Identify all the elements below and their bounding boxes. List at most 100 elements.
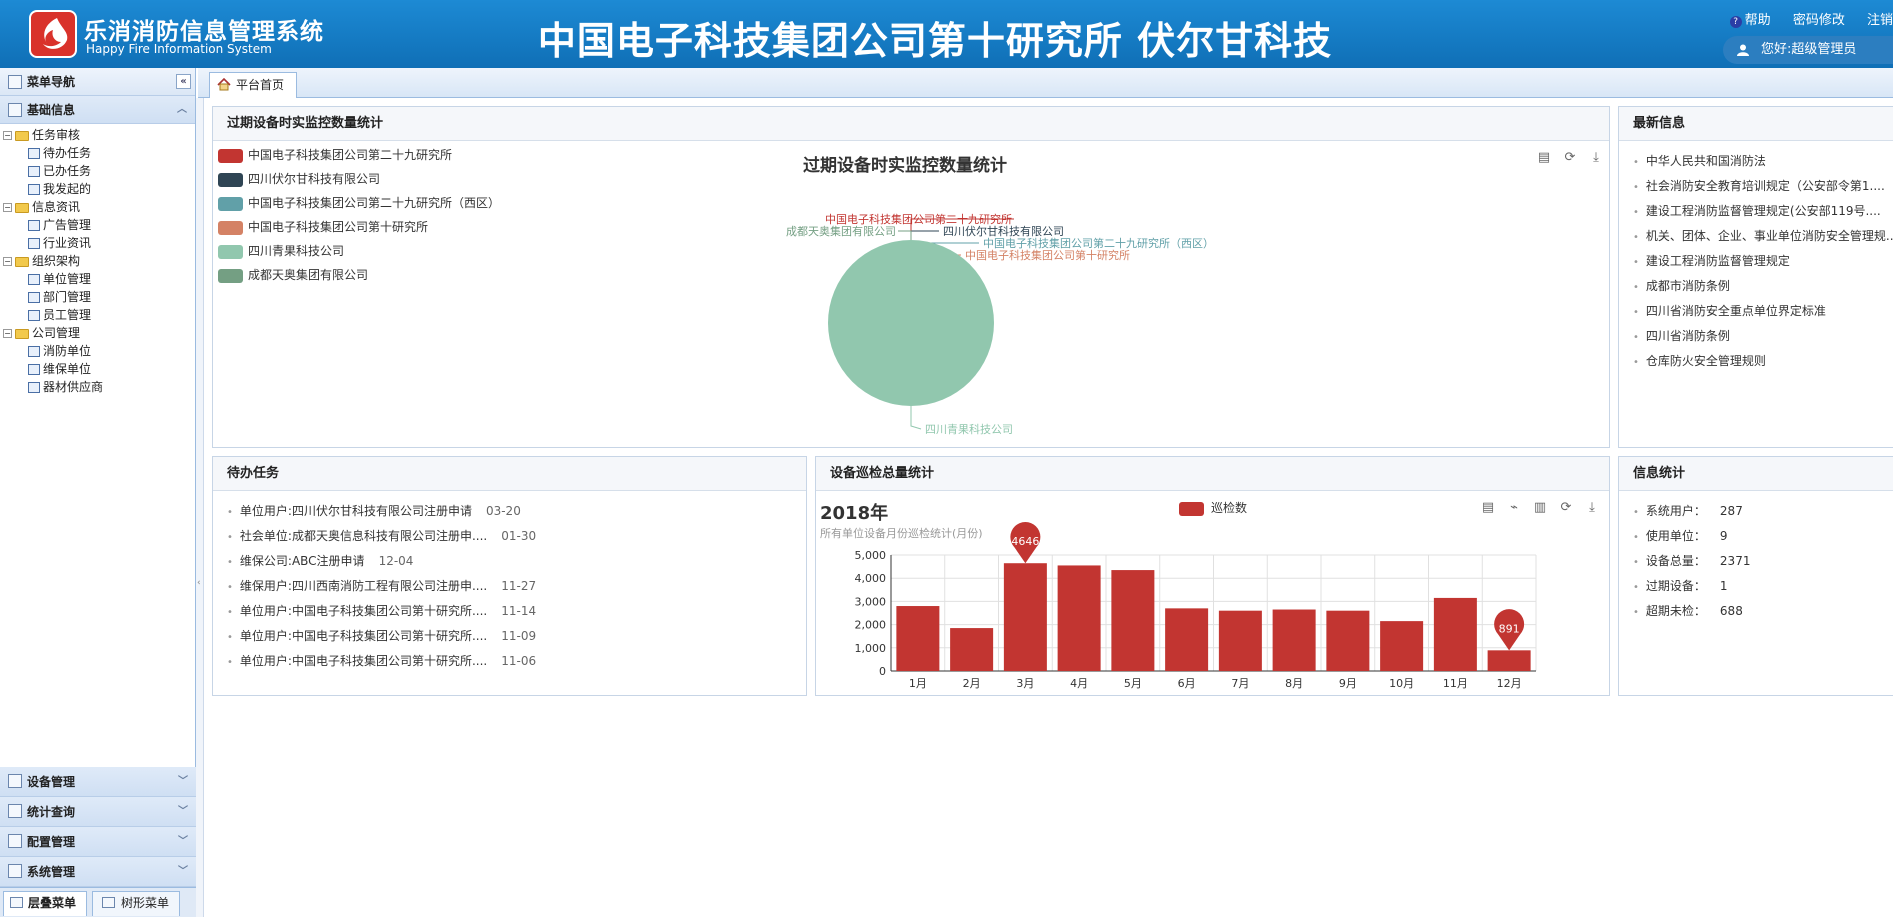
todo-item-date: 03-20 — [485, 504, 521, 518]
y-tick-label: 3,000 — [855, 595, 887, 608]
news-item[interactable]: 仓库防火安全管理规则 — [1633, 349, 1893, 374]
sidebar-tree: − 任务审核待办任务 已办任务 我发起的 − 信息资讯广告管理 行业资讯 − 组织架构 单位管理部… — [0, 124, 195, 396]
todo-item[interactable]: 单位用户:中国电子科技集团公司第十研究所.... 11-09 — [227, 624, 806, 649]
bar[interactable] — [1326, 610, 1370, 671]
news-item[interactable]: 建设工程消防监督管理规定(公安部119号.... — [1633, 199, 1893, 224]
tab-tree-menu[interactable]: 树形菜单 — [92, 891, 180, 916]
tab-home-label: 平台首页 — [236, 78, 285, 92]
tree-item-label: 信息资讯 — [32, 200, 81, 214]
news-item[interactable]: 建设工程消防监督管理规定 — [1633, 249, 1893, 274]
todo-panel: 待办任务 单位用户:四川伏尔甘科技有限公司注册申请 03-20 社会单位:成都天奥信… — [212, 456, 807, 696]
stat-value: 9 — [1719, 529, 1728, 543]
todo-item[interactable]: 单位用户:四川伏尔甘科技有限公司注册申请 03-20 — [227, 499, 806, 524]
chevron-down-icon: ﹀ — [178, 776, 188, 787]
tree-item-label: 器材供应商 — [43, 380, 104, 394]
todo-item[interactable]: 单位用户:中国电子科技集团公司第十研究所.... 11-06 — [227, 649, 806, 674]
tree-item[interactable]: − 任务审核 — [0, 126, 195, 144]
sidebar-splitter[interactable]: ‹ — [196, 98, 204, 917]
bar[interactable] — [1003, 563, 1047, 671]
tree-item[interactable]: 待办任务 — [0, 144, 195, 162]
section-icon — [8, 834, 22, 848]
app-header: 乐消消防信息管理系统 Happy Fire Information System… — [0, 0, 1893, 68]
bar[interactable] — [1380, 621, 1424, 671]
tree-item-label: 任务审核 — [32, 128, 81, 142]
sidebar-section[interactable]: 统计查询 ﹀ — [0, 797, 196, 827]
app-name: 乐消消防信息管理系统 — [84, 19, 324, 45]
bar[interactable] — [1433, 597, 1477, 671]
tree-item[interactable]: 行业资讯 — [0, 234, 195, 252]
tree-item[interactable]: 广告管理 — [0, 216, 195, 234]
bar[interactable] — [1165, 608, 1209, 671]
stats-list: 系统用户： 287 使用单位： 9 设备总量： 2371 过期设备： 1 超期未检： 688 — [1619, 491, 1893, 624]
tab-home[interactable]: 平台首页 — [209, 72, 297, 98]
bar[interactable] — [896, 606, 940, 671]
bar[interactable] — [1272, 609, 1316, 671]
tree-item[interactable]: 器材供应商 — [0, 378, 195, 396]
tree-item[interactable]: − 信息资讯 — [0, 198, 195, 216]
news-item[interactable]: 中华人民共和国消防法 — [1633, 149, 1893, 174]
pie-slice-label: 中国电子科技集团公司第二十九研究所（西区） — [983, 236, 1214, 250]
todo-item[interactable]: 社会单位:成都天奥信息科技有限公司注册申.... 01-30 — [227, 524, 806, 549]
expand-toggle-icon[interactable]: − — [3, 131, 12, 140]
basic-info-icon — [8, 103, 22, 117]
sidebar-section[interactable]: 配置管理 ﹀ — [0, 827, 196, 857]
bar[interactable] — [1111, 570, 1155, 671]
news-item[interactable]: 四川省消防条例 — [1633, 324, 1893, 349]
tree-item[interactable]: 消防单位 — [0, 342, 195, 360]
pie-label-line — [910, 406, 922, 430]
pie-slice-label: 四川青果科技公司 — [925, 422, 1013, 436]
stat-label: 使用单位： — [1645, 529, 1706, 543]
stat-item: 系统用户： 287 — [1633, 499, 1893, 524]
marker-label: 891 — [1499, 622, 1520, 635]
expand-toggle-icon[interactable]: − — [3, 203, 12, 212]
pie-slice[interactable] — [828, 240, 994, 406]
news-panel-title: 最新信息 — [1619, 107, 1893, 141]
stat-item: 设备总量： 2371 — [1633, 549, 1893, 574]
help-link[interactable]: ? 帮助 — [1712, 13, 1771, 28]
tree-item[interactable]: 已办任务 — [0, 162, 195, 180]
news-item[interactable]: 成都市消防条例 — [1633, 274, 1893, 299]
stat-item: 超期未检： 688 — [1633, 599, 1893, 624]
change-password-link[interactable]: 密码修改 — [1793, 13, 1845, 28]
todo-item[interactable]: 单位用户:中国电子科技集团公司第十研究所.... 11-14 — [227, 599, 806, 624]
news-item[interactable]: 机关、团体、企业、事业单位消防安全管理规... — [1633, 224, 1893, 249]
sidebar-section-label: 配置管理 — [27, 835, 76, 849]
todo-item[interactable]: 维保公司:ABC注册申请 12-04 — [227, 549, 806, 574]
menu-nav-icon — [8, 75, 22, 89]
sidebar-section[interactable]: 设备管理 ﹀ — [0, 767, 196, 797]
bar[interactable] — [1218, 610, 1262, 671]
todo-item-date: 11-09 — [501, 629, 537, 643]
section-icon — [8, 804, 22, 818]
tree-item[interactable]: 维保单位 — [0, 360, 195, 378]
user-greeting[interactable]: 您好:超级管理员 — [1723, 36, 1893, 64]
tree-item[interactable]: 员工管理 — [0, 306, 195, 324]
todo-item[interactable]: 维保用户:四川西南消防工程有限公司注册申.... 11-27 — [227, 574, 806, 599]
pie-slice-label: 成都天奥集团有限公司 — [786, 224, 896, 238]
stat-item: 过期设备： 1 — [1633, 574, 1893, 599]
sidebar-collapse-button[interactable]: « — [176, 74, 191, 89]
tree-item-label: 公司管理 — [32, 326, 81, 340]
home-icon — [217, 78, 231, 91]
bar[interactable] — [1487, 650, 1531, 671]
y-tick-label: 1,000 — [855, 642, 887, 655]
tab-layered-menu[interactable]: 层叠菜单 — [3, 891, 87, 916]
sidebar-section[interactable]: 系统管理 ﹀ — [0, 857, 196, 887]
news-item[interactable]: 四川省消防安全重点单位界定标准 — [1633, 299, 1893, 324]
expand-toggle-icon[interactable]: − — [3, 329, 12, 338]
news-item[interactable]: 社会消防安全教育培训规定（公安部令第1.... — [1633, 174, 1893, 199]
bar[interactable] — [950, 628, 994, 671]
tree-item[interactable]: 部门管理 — [0, 288, 195, 306]
logout-link[interactable]: 注销 — [1867, 13, 1893, 28]
tree-item[interactable]: 我发起的 — [0, 180, 195, 198]
todo-item-date: 12-04 — [378, 554, 414, 568]
bar[interactable] — [1057, 565, 1101, 671]
pie-label-line — [910, 230, 939, 240]
expand-toggle-icon[interactable]: − — [3, 257, 12, 266]
section-basic-info[interactable]: 基础信息 ︿ — [0, 96, 195, 124]
tree-item[interactable]: − 公司管理 — [0, 324, 195, 342]
page-icon — [28, 184, 40, 195]
tree-menu-icon — [102, 897, 115, 908]
page-icon — [28, 292, 40, 303]
tree-item[interactable]: 单位管理 — [0, 270, 195, 288]
tree-item[interactable]: − 组织架构 — [0, 252, 195, 270]
